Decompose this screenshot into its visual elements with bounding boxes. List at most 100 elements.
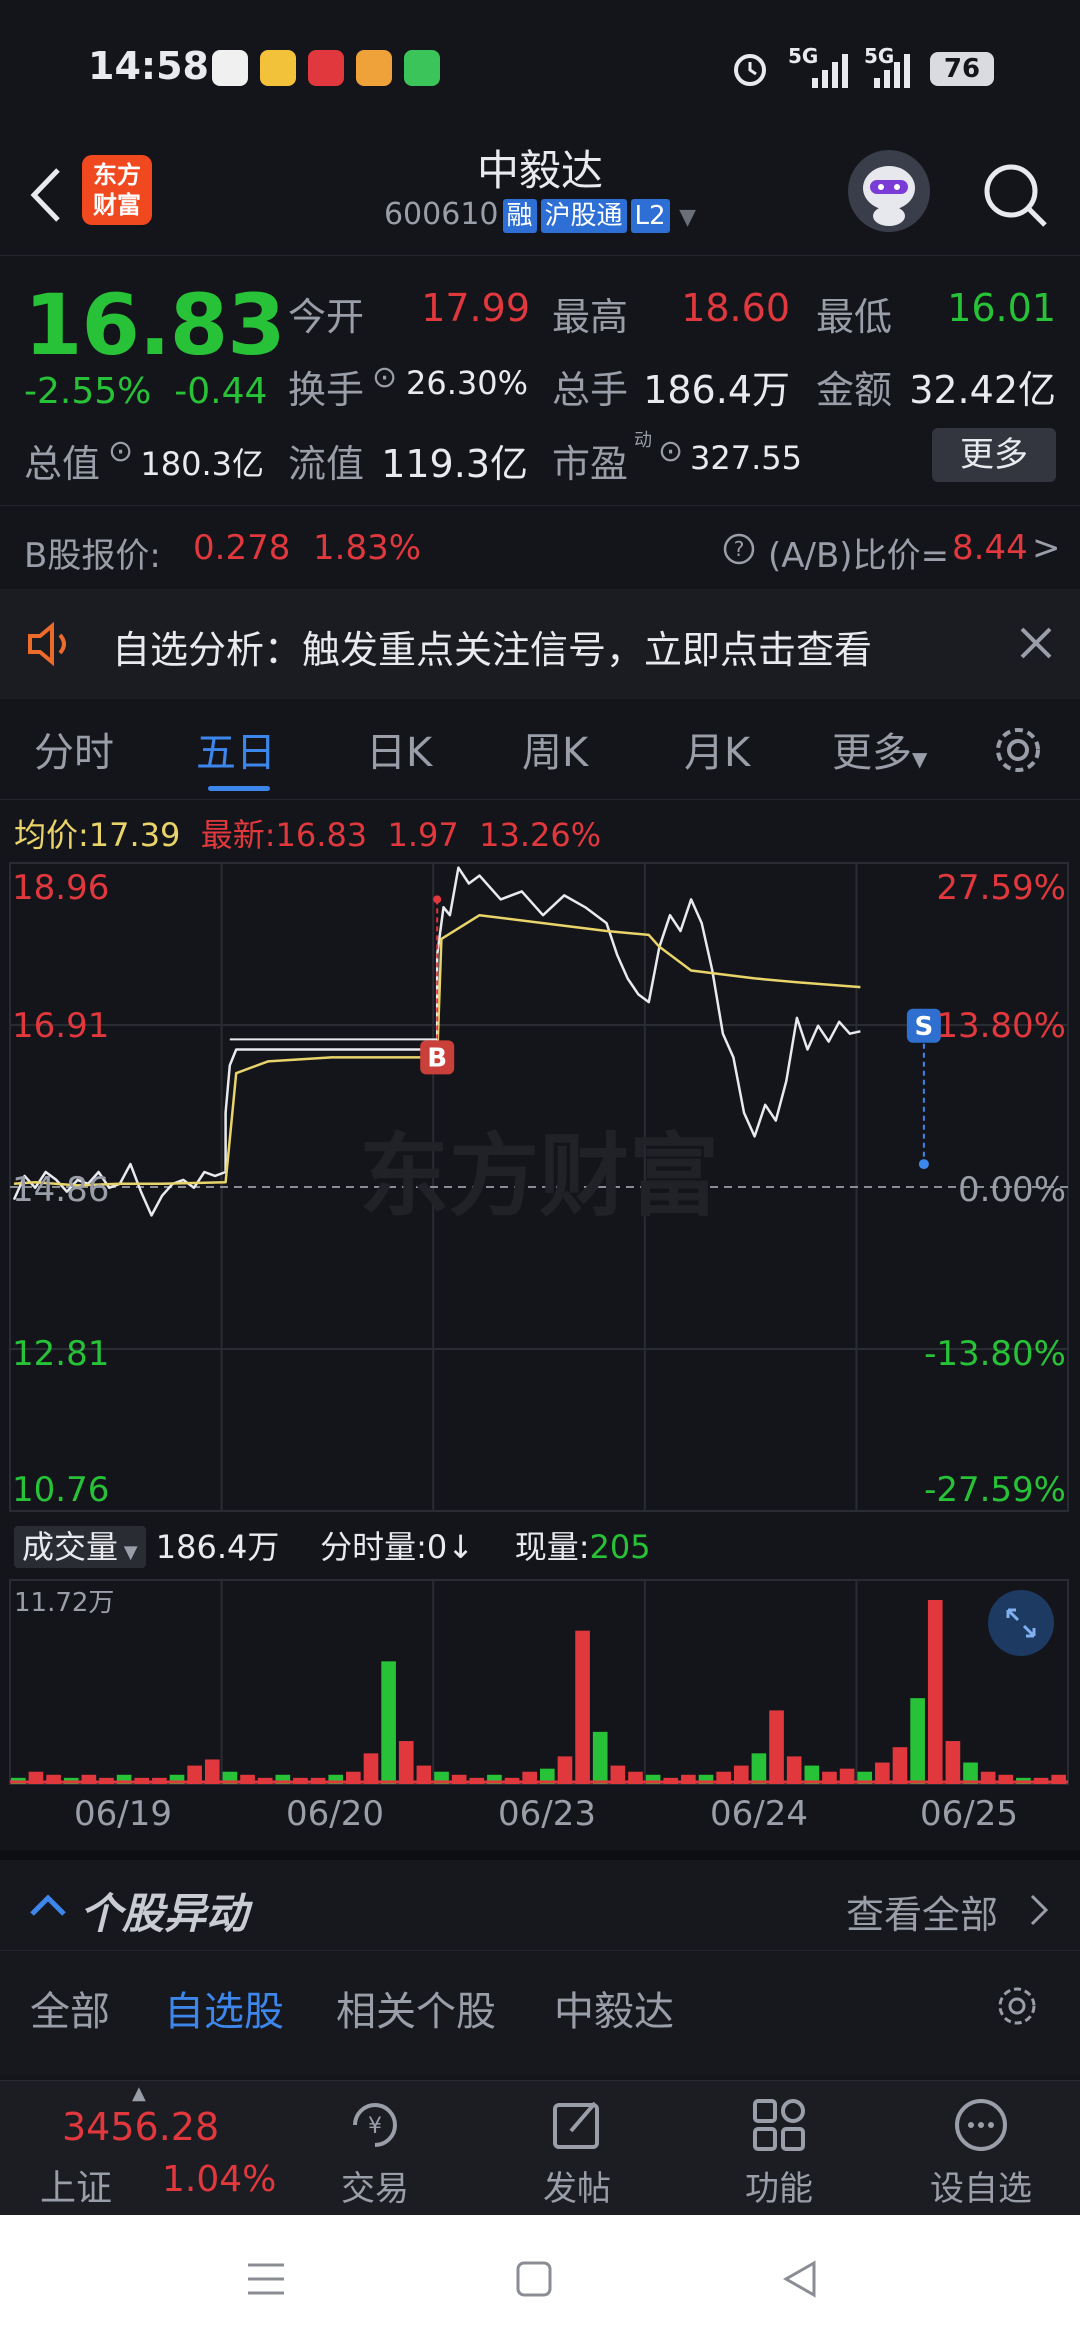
marker-dot: [918, 1159, 929, 1170]
nav-functions-label: 功能: [745, 2169, 813, 2209]
movement-tab-stock[interactable]: 中毅达: [554, 1979, 674, 2037]
close-icon[interactable]: [1018, 625, 1054, 661]
open-value: 17.99: [421, 286, 530, 330]
more-button[interactable]: 更多: [932, 428, 1056, 482]
avg-value: 17.39: [88, 816, 181, 854]
latest-pct: 13.26%: [479, 816, 602, 854]
watermark: 东方财富: [359, 1124, 719, 1229]
tab-intraday[interactable]: 分时: [34, 720, 114, 778]
system-navigation-bar: [0, 2215, 1080, 2344]
settings-gear-icon[interactable]: [990, 722, 1046, 778]
signal-icon: [812, 54, 848, 88]
chevron-right-icon: [1030, 1894, 1049, 1926]
movement-tab-watchlist[interactable]: 自选股: [164, 1979, 284, 2037]
game-app-icon: [356, 50, 392, 86]
nav-trade[interactable]: ¥ 交易: [300, 2081, 450, 2216]
volume-total: 186.4万: [155, 1528, 280, 1566]
nav-post-label: 发帖: [543, 2169, 611, 2209]
b-share-row[interactable]: B股报价: 0.278 1.83% ? (A/B)比价= 8.44 >: [0, 505, 1080, 589]
tab-monthly-k[interactable]: 月K: [684, 720, 750, 778]
nav-add-watchlist[interactable]: 设自选: [906, 2081, 1056, 2216]
info-icon[interactable]: ⊙: [372, 360, 397, 395]
info-icon[interactable]: ⊙: [108, 434, 133, 469]
avg-label: 均价:: [14, 816, 89, 854]
date-tick-0: 06/19: [74, 1794, 172, 1834]
movement-tab-related[interactable]: 相关个股: [336, 1979, 496, 2037]
notice-text: 自选分析：触发重点关注信号，立即点击查看: [112, 628, 873, 672]
search-icon[interactable]: [975, 155, 1055, 235]
home-icon[interactable]: [514, 2259, 554, 2299]
view-all-link[interactable]: 查看全部: [846, 1884, 998, 1939]
bottom-navigation: ▲ 3456.28 上证 1.04% ¥ 交易 发帖 功能 设自选: [0, 2080, 1080, 2215]
trade-icon: ¥: [353, 2103, 397, 2147]
qq-app-icon: [212, 50, 248, 86]
volume-info-line: 成交量 ▼ 186.4万 分时量:0↓ 现量:205: [14, 1522, 651, 1568]
amount-value: 32.42亿: [909, 368, 1056, 412]
nav-functions[interactable]: 功能: [704, 2081, 854, 2216]
marker-label: B: [427, 1043, 447, 1073]
marker-b: B: [229, 895, 455, 1075]
volume-bar: [575, 1630, 590, 1784]
date-tick-2: 06/23: [498, 1794, 596, 1834]
caret-up-icon: ▲: [132, 2083, 146, 2104]
margin-tag: 融: [502, 199, 537, 233]
volume-chart[interactable]: [0, 1576, 1080, 1788]
menu-icon[interactable]: [246, 2261, 286, 2297]
stock-movement-header[interactable]: 个股异动 查看全部: [0, 1850, 1080, 1950]
back-icon[interactable]: [780, 2259, 820, 2299]
y-tick-left-4: 10.76: [12, 1470, 110, 1510]
index-value: 3456.28: [62, 2105, 220, 2149]
movement-tab-all[interactable]: 全部: [30, 1979, 110, 2037]
change-abs: -0.44: [174, 371, 268, 412]
turnover-label: 换手: [288, 368, 365, 412]
expand-chart-button[interactable]: [988, 1590, 1054, 1656]
volume-bar: [381, 1661, 396, 1784]
volume-bar: [592, 1731, 608, 1784]
float-value: 119.3亿: [381, 442, 528, 486]
high-value: 18.60: [681, 286, 790, 330]
stock-code: 600610: [383, 197, 499, 232]
notice-banner[interactable]: 自选分析：触发重点关注信号，立即点击查看: [0, 589, 1080, 699]
volume-frame: [9, 1579, 1069, 1785]
y-tick-right-4: -27.59%: [924, 1470, 1066, 1510]
tab-daily-k[interactable]: 日K: [366, 720, 432, 778]
chart-info-line: 均价:17.39 最新:16.83 1.97 13.26%: [14, 810, 601, 856]
svg-text:?: ?: [734, 537, 745, 561]
grid-apps-icon: [753, 2099, 805, 2151]
nav-trade-label: 交易: [341, 2169, 409, 2209]
low-label: 最低: [816, 295, 893, 339]
volume-bar: [204, 1759, 220, 1784]
y-tick-left-2: 14.86: [12, 1170, 110, 1210]
tab-weekly-k[interactable]: 周K: [522, 720, 588, 778]
latest-change: 1.97: [387, 816, 459, 854]
mktcap-value: 180.3亿: [140, 445, 264, 483]
volume-bar: [910, 1698, 925, 1784]
volume-indicator-select[interactable]: 成交量 ▼: [14, 1526, 146, 1568]
volume-bar: [557, 1756, 573, 1784]
toutiao-app-icon: [308, 50, 344, 86]
info-icon[interactable]: ⊙: [658, 434, 683, 469]
volume-bar: [769, 1710, 784, 1784]
settings-gear-icon[interactable]: [994, 1983, 1040, 2029]
y-tick-right-2: 0.00%: [957, 1170, 1066, 1210]
mktcap-label: 总值: [24, 442, 101, 486]
message-app-icon: [404, 50, 440, 86]
change-line: -2.55% -0.44: [24, 371, 267, 412]
volume-bar: [751, 1753, 767, 1784]
b-share-label: B股报价:: [24, 536, 161, 576]
y-tick-right-1: 13.80%: [936, 1006, 1066, 1046]
svg-text:¥: ¥: [368, 2114, 382, 2139]
nav-post[interactable]: 发帖: [502, 2081, 652, 2216]
index-ticker[interactable]: ▲ 3456.28 上证 1.04%: [0, 2081, 300, 2216]
help-icon[interactable]: ?: [722, 532, 756, 566]
tab-five-day[interactable]: 五日: [196, 720, 276, 778]
tab-more[interactable]: 更多▼: [832, 720, 927, 778]
volume-label: 成交量: [22, 1528, 119, 1566]
browser-app-icon: [260, 50, 296, 86]
pe-value: 327.55: [690, 439, 802, 477]
battery-indicator: 76: [930, 52, 994, 86]
signal-icon: [874, 54, 910, 88]
last-price: 16.83: [24, 276, 286, 374]
robot-assistant-icon[interactable]: [848, 150, 930, 232]
chevron-up-icon[interactable]: [28, 1890, 68, 1920]
